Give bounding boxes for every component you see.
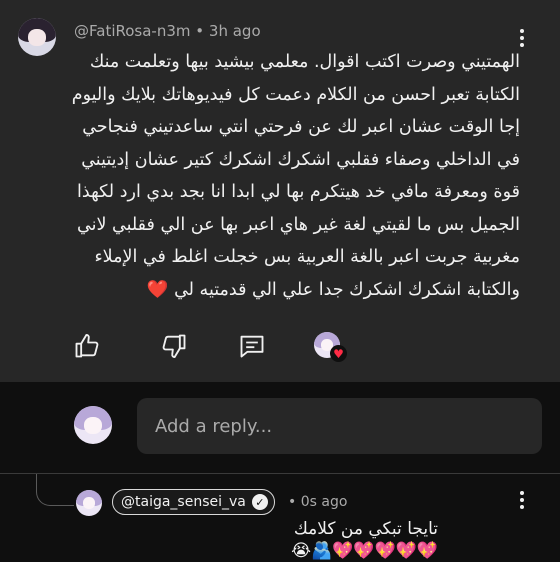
reply-author-chip[interactable]: @taiga_sensei_va ✓ [112,489,275,515]
commenter-avatar[interactable] [18,18,56,56]
creator-heart: ♥ [314,332,350,364]
reply-text: تايجا تبكي من كلامك 💖💖💖💖💖🫂😭 [108,518,438,562]
comment-line: في الداخلي وصفاء فقلبي اشكرك اشكرك كتير … [81,149,520,170]
comment-header: @FatiRosa-n3m • 3h ago [74,22,261,40]
more-vert-icon[interactable] [512,488,532,512]
reply-time-text: 0s ago [300,494,348,510]
thumbs-up-icon[interactable] [73,332,101,360]
comment-line: قوة ومعرفة مافي خد هيتكرم بها لي ابدا ان… [77,182,520,202]
thread-line [36,474,74,506]
thumbs-down-icon[interactable] [160,332,188,360]
comment-icon[interactable] [238,332,266,360]
reply-author: @taiga_sensei_va [121,494,246,510]
heart-icon: ♥ [333,346,344,361]
reply-emoji-line: 💖💖💖💖💖🫂😭 [291,541,438,561]
reply-time[interactable]: • 0s ago [288,494,347,510]
comment-last-line: والكتابة اشكرك اشكرك جدا علي الي قدمتيه … [68,274,520,307]
reply-placeholder: Add a reply... [155,415,273,437]
user-avatar [74,406,112,444]
reply-separator: • [288,494,297,510]
comment-line: والكتابة اشكرك اشكرك جدا علي الي قدمتيه … [174,279,520,300]
reply-author-avatar[interactable] [76,490,102,516]
comment-line: الكتابة تعبر احسن من الكلام دعمت كل فيدي… [71,84,520,105]
comment-author[interactable]: @FatiRosa-n3m [74,22,191,40]
comment-line: الهمتيني وصرت اكتب اقوال. معلمي بيشيد بي… [89,52,520,72]
comment-time[interactable]: 3h ago [209,22,261,40]
reply-input[interactable]: Add a reply... [137,398,542,454]
comment-line: إجا الوقت عشان اعبر لك عن فرحتي انتي ساع… [82,117,520,137]
comment-text: الهمتيني وصرت اكتب اقوال. معلمي بيشيد بي… [68,46,520,306]
verified-icon: ✓ [251,494,268,510]
divider [0,473,560,474]
heart-emoji: ❤️ [146,279,169,300]
comment-line: الجميل بس ما لقيتي لغة غير هاي اعبر بها … [77,214,520,235]
comment-line: مغربية جربت اعبر بالغة العربية بس خجلت ا… [94,247,520,267]
highlighted-comment: @FatiRosa-n3m • 3h ago الهمتيني وصرت اكت… [0,0,560,382]
reply-section: Add a reply... [0,382,560,474]
reply-line: تايجا تبكي من كلامك [293,519,438,539]
header-separator: • [195,22,205,40]
